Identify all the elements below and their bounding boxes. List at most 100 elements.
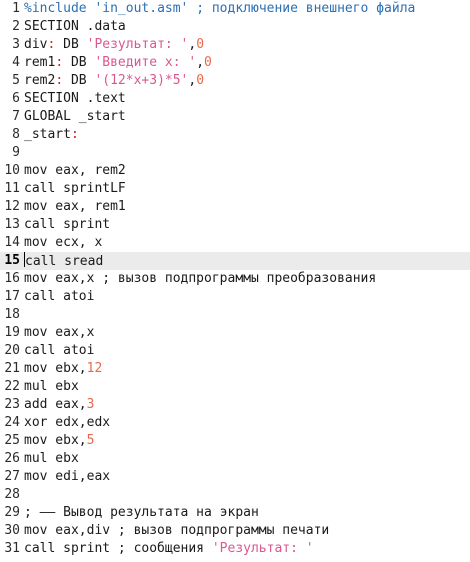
- code-line[interactable]: 7 GLOBAL _start: [0, 108, 470, 126]
- code-line[interactable]: 18: [0, 306, 470, 324]
- code-text: mov eax,div ; вызов подпрограммы печати: [24, 522, 329, 540]
- line-number: 13: [4, 217, 20, 232]
- line-number: 19: [4, 325, 20, 340]
- code-token: DB: [63, 73, 95, 88]
- code-line[interactable]: 26 mul ebx: [0, 450, 470, 468]
- code-line[interactable]: 5 rem2: DB '(12*x+3)*5',0: [0, 72, 470, 90]
- line-number: 17: [4, 289, 20, 304]
- code-token: add eax,: [24, 397, 87, 412]
- code-token: mov ecx, x: [24, 235, 103, 250]
- code-line[interactable]: 21 mov ebx,12: [0, 360, 470, 378]
- code-line[interactable]: 2 SECTION .data: [0, 18, 470, 36]
- code-line[interactable]: 19 mov eax,x: [0, 324, 470, 342]
- code-text: rem2: DB '(12*x+3)*5',0: [24, 72, 204, 90]
- code-line[interactable]: 22 mul ebx: [0, 378, 470, 396]
- code-line[interactable]: 29 ; —— Вывод результата на экран: [0, 504, 470, 522]
- line-number: 5: [12, 73, 20, 88]
- code-line[interactable]: 20 call atoi: [0, 342, 470, 360]
- line-number: 8: [12, 127, 20, 142]
- line-number: 15: [4, 253, 20, 268]
- line-number: 28: [4, 487, 20, 502]
- code-token: rem2: [24, 73, 56, 88]
- code-token: 'Введите x: ': [94, 55, 197, 70]
- code-line[interactable]: 10 mov eax, rem2: [0, 162, 470, 180]
- code-token: 5: [86, 433, 95, 448]
- code-token: ; —— Вывод результата на экран: [24, 505, 259, 520]
- code-token: SECTION .data: [24, 19, 126, 34]
- code-token: call sprintLF: [24, 181, 126, 196]
- code-line[interactable]: 24 xor edx,edx: [0, 414, 470, 432]
- code-text: mov ebx,5: [24, 432, 94, 450]
- code-line[interactable]: 31 call sprint ; сообщения 'Результат: ': [0, 540, 470, 558]
- code-token: mov eax,div ; вызов подпрограммы печати: [24, 523, 330, 538]
- code-token: mul ebx: [24, 379, 79, 394]
- code-line[interactable]: 25 mov ebx,5: [0, 432, 470, 450]
- code-token: xor edx,edx: [24, 415, 111, 430]
- code-line[interactable]: 9: [0, 144, 470, 162]
- code-text: mov ecx, x: [24, 234, 102, 252]
- line-number: 21: [4, 361, 20, 376]
- code-line[interactable]: 15 call sread: [0, 252, 470, 270]
- line-number: 1: [12, 1, 20, 16]
- code-text: call sprint ; сообщения 'Результат: ': [24, 540, 314, 558]
- code-token: ,: [196, 55, 205, 70]
- code-token: '(12*x+3)*5': [94, 73, 189, 88]
- code-token: GLOBAL _start: [24, 109, 126, 124]
- code-text: mov eax,x: [24, 324, 94, 342]
- code-line[interactable]: 6 SECTION .text: [0, 90, 470, 108]
- code-line[interactable]: 12 mov eax, rem1: [0, 198, 470, 216]
- code-token: 'in_out.asm': [94, 1, 189, 16]
- code-token: div: [24, 37, 48, 52]
- code-text: mov eax,x ; вызов подпрограммы преобразо…: [24, 270, 376, 288]
- code-text: mov edi,eax: [24, 468, 110, 486]
- code-text: call sread: [24, 252, 103, 271]
- code-text: SECTION .data: [24, 18, 126, 36]
- code-line[interactable]: 23 add eax,3: [0, 396, 470, 414]
- code-text: mov eax, rem2: [24, 162, 126, 180]
- code-line[interactable]: 3 div: DB 'Результат: ',0: [0, 36, 470, 54]
- code-token: mov eax,x: [24, 325, 95, 340]
- code-text: call sprintLF: [24, 180, 126, 198]
- code-text: _start:: [24, 126, 79, 144]
- code-line[interactable]: 28: [0, 486, 470, 504]
- code-line[interactable]: 16 mov eax,x ; вызов подпрограммы преобра…: [0, 270, 470, 288]
- code-token: 'Результат: ': [86, 37, 189, 52]
- code-token: SECTION .text: [24, 91, 126, 106]
- code-line[interactable]: 4 rem1: DB 'Введите x: ',0: [0, 54, 470, 72]
- code-line[interactable]: 8 _start:: [0, 126, 470, 144]
- code-token: 12: [86, 361, 103, 376]
- code-text: GLOBAL _start: [24, 108, 126, 126]
- code-text: mov eax, rem1: [24, 198, 126, 216]
- line-number: 14: [4, 235, 20, 250]
- code-text: %include 'in_out.asm' ; подключение внеш…: [24, 0, 415, 18]
- code-line[interactable]: 27 mov edi,eax: [0, 468, 470, 486]
- code-text: SECTION .text: [24, 90, 126, 108]
- code-token: mov edi,eax: [24, 469, 111, 484]
- code-line[interactable]: 1 %include 'in_out.asm' ; подключение вне…: [0, 0, 470, 18]
- code-text: xor edx,edx: [24, 414, 110, 432]
- code-token: 0: [204, 55, 212, 70]
- line-number: 24: [4, 415, 20, 430]
- code-line[interactable]: 14 mov ecx, x: [0, 234, 470, 252]
- line-number: 16: [4, 271, 20, 286]
- line-number: 3: [12, 37, 20, 52]
- code-line[interactable]: 13 call sprint: [0, 216, 470, 234]
- code-token: 0: [196, 73, 205, 88]
- line-number: 2: [12, 19, 20, 34]
- code-token: ; подключение внешнего файла: [188, 1, 416, 16]
- code-text: call atoi: [24, 342, 94, 360]
- code-line[interactable]: 30 mov eax,div ; вызов подпрограммы печат…: [0, 522, 470, 540]
- code-line[interactable]: 11 call sprintLF: [0, 180, 470, 198]
- line-number: 25: [4, 433, 20, 448]
- line-number: 26: [4, 451, 20, 466]
- line-number: 29: [4, 505, 20, 520]
- code-token: call sprint: [24, 217, 111, 232]
- line-number: 27: [4, 469, 20, 484]
- code-text: rem1: DB 'Введите x: ',0: [24, 54, 212, 72]
- code-token: DB: [63, 55, 95, 70]
- code-text: div: DB 'Результат: ',0: [24, 36, 204, 54]
- code-editor[interactable]: 1 %include 'in_out.asm' ; подключение вне…: [0, 0, 470, 562]
- line-number: 7: [12, 109, 20, 124]
- code-token: mul ebx: [24, 451, 79, 466]
- code-line[interactable]: 17 call atoi: [0, 288, 470, 306]
